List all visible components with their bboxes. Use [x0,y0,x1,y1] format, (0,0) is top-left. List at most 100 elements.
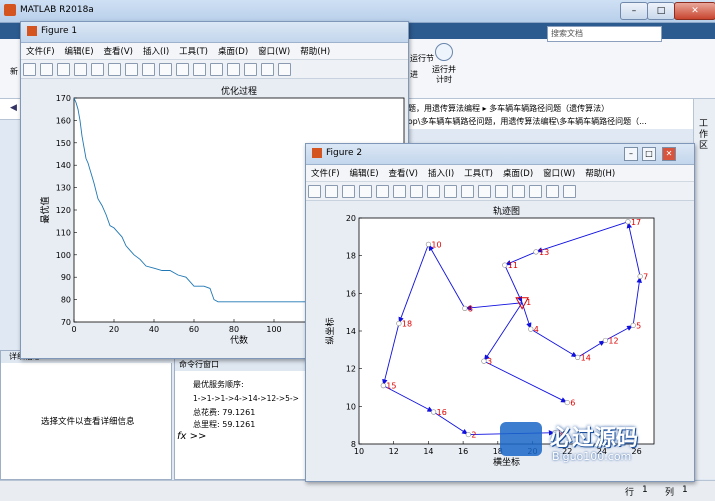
workspace-sidebar[interactable]: 工作区 [693,99,715,479]
print-icon[interactable] [359,185,372,198]
run-section-label[interactable]: 运行节 [410,53,434,64]
menu-edit[interactable]: 编辑(E) [60,43,99,59]
brush-icon[interactable] [193,63,206,76]
colorbar-icon[interactable] [512,185,525,198]
brush-icon[interactable] [478,185,491,198]
minimize-button[interactable]: – [620,2,648,20]
y-tick-label: 150 [56,139,71,148]
legend-icon[interactable] [244,63,257,76]
menu-view[interactable]: 查看(V) [99,43,138,59]
figure1-title: Figure 1 [41,26,78,36]
menu-help[interactable]: 帮助(H) [295,43,335,59]
workspace-label[interactable]: 工作区 [699,119,709,152]
customer-point [564,399,570,406]
customer-label: 8 [468,304,473,313]
cmd-prompt[interactable]: fx >> [177,431,206,442]
customer-label: 7 [643,272,648,281]
customer-point [533,249,539,255]
data-cursor-icon[interactable] [461,185,474,198]
menu-insert[interactable]: 插入(I) [138,43,174,59]
matlab-logo-icon [27,26,37,36]
new-figure-icon[interactable] [23,63,36,76]
search-docs-input[interactable]: 搜索文档 [547,26,662,42]
menu-desktop[interactable]: 桌面(D) [213,43,253,59]
menu-insert[interactable]: 插入(I) [423,165,459,181]
address-path[interactable]: 问题，用遗传算法编程 ▸ 多车辆车辆路径问题（遗传算法） [400,103,609,114]
current-folder-path[interactable]: ktop\多车辆车辆路径问题，用遗传算法编程\多车辆车辆路径问题（... [400,115,693,129]
command-window-title: 命令行窗口 [175,359,309,371]
back-arrow-icon[interactable]: ◀ [10,103,17,113]
legend-icon[interactable] [529,185,542,198]
customer-point [502,262,508,268]
print-icon[interactable] [74,63,87,76]
zoom-out-icon[interactable] [125,63,138,76]
show-plot-tools-icon[interactable] [278,63,291,76]
cmd-line: 总花费: 79.1261 [193,408,256,417]
zoom-in-icon[interactable] [393,185,406,198]
y-tick-label: 160 [56,116,71,125]
y-tick-label: 130 [56,184,71,193]
zoom-out-icon[interactable] [410,185,423,198]
customer-point [465,431,471,438]
y-tick-label: 170 [56,94,71,103]
pan-icon[interactable] [142,63,155,76]
hide-plot-tools-icon[interactable] [261,63,274,76]
show-plot-tools-icon[interactable] [563,185,576,198]
menu-desktop[interactable]: 桌面(D) [498,165,538,181]
pointer-icon[interactable] [376,185,389,198]
close-icon[interactable]: ✕ [662,147,676,161]
pointer-icon[interactable] [91,63,104,76]
menu-tools[interactable]: 工具(T) [459,165,498,181]
colorbar-icon[interactable] [227,63,240,76]
customer-point [431,409,437,415]
watermark-url: Biguo100.com [552,450,632,463]
menu-tools[interactable]: 工具(T) [174,43,213,59]
new-label[interactable]: 新 [10,66,18,77]
menu-edit[interactable]: 编辑(E) [345,165,384,181]
new-figure-icon[interactable] [308,185,321,198]
data-cursor-icon[interactable] [176,63,189,76]
command-window[interactable]: 命令行窗口 最优服务顺序: 1->1->1->4->14->12->5-> 总花… [174,358,309,480]
save-icon[interactable] [342,185,355,198]
open-icon[interactable] [40,63,53,76]
x-tick-label: 60 [189,325,199,334]
menu-window[interactable]: 窗口(W) [538,165,580,181]
zoom-in-icon[interactable] [108,63,121,76]
link-icon[interactable] [210,63,223,76]
maximize-icon[interactable]: □ [642,147,656,161]
rotate-icon[interactable] [159,63,172,76]
row-label: 行 [625,488,635,498]
customer-label: 14 [581,353,591,362]
y-tick-label: 8 [351,440,356,449]
menu-file[interactable]: 文件(F) [306,165,345,181]
pan-icon[interactable] [427,185,440,198]
maximize-button[interactable]: □ [647,2,675,20]
open-icon[interactable] [325,185,338,198]
figure2-title-bar[interactable]: Figure 2 – □ ✕ [306,144,694,165]
customer-label: 4 [534,325,539,334]
y-tick-label: 110 [56,228,71,237]
chart-title: 优化过程 [221,85,257,97]
figure2-toolbar [306,182,694,201]
link-icon[interactable] [495,185,508,198]
menu-window[interactable]: 窗口(W) [253,43,295,59]
figure1-title-bar[interactable]: Figure 1 [21,22,408,43]
status-bar: 行 1 列 1 [0,480,715,501]
hide-plot-tools-icon[interactable] [546,185,559,198]
customer-point [575,354,581,360]
customer-label: 5 [636,321,641,330]
rotate-icon[interactable] [444,185,457,198]
y-tick-label: 16 [346,289,356,298]
main-window-title: MATLAB R2018a [20,5,94,15]
run-and-time-label[interactable]: 运行并计时 [430,65,458,85]
close-button[interactable]: ✕ [674,2,715,20]
menu-view[interactable]: 查看(V) [384,165,423,181]
timer-icon[interactable] [435,43,453,61]
minimize-icon[interactable]: – [624,147,638,161]
y-tick-label: 140 [56,161,71,170]
menu-file[interactable]: 文件(F) [21,43,60,59]
customer-point [630,322,636,328]
menu-help[interactable]: 帮助(H) [580,165,620,181]
save-icon[interactable] [57,63,70,76]
advance-label[interactable]: 进 [410,69,418,80]
